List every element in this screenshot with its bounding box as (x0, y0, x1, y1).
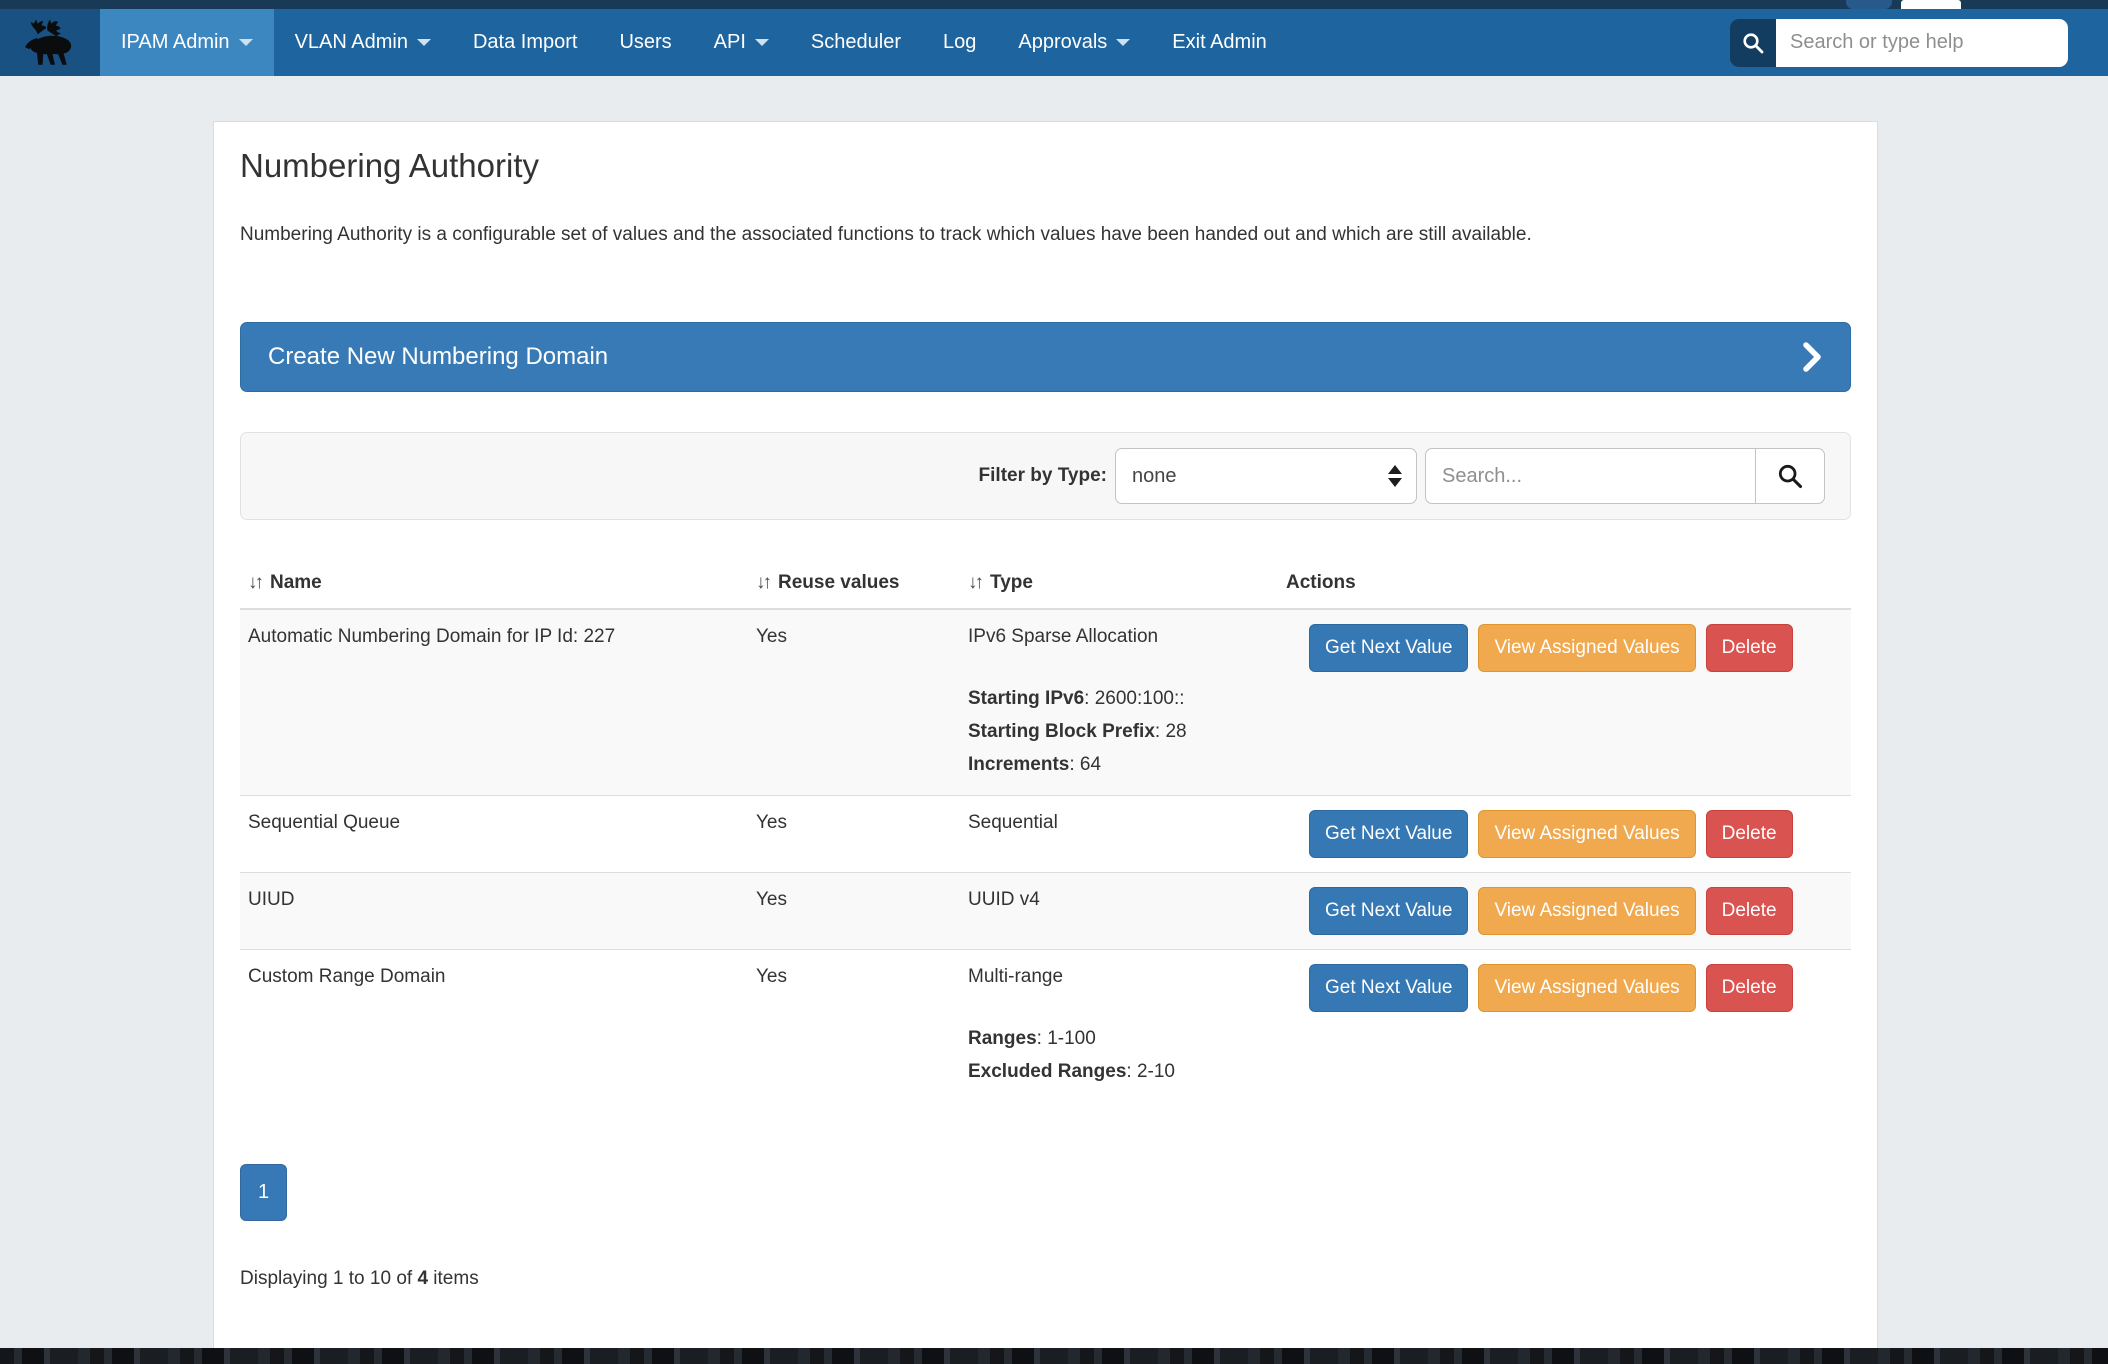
navbar: IPAM Admin VLAN Admin Data Import Users … (0, 9, 2108, 76)
filter-type-select-wrap: none (1115, 448, 1417, 504)
chevron-down-icon (417, 39, 431, 46)
page-background: Numbering Authority Numbering Authority … (0, 76, 2108, 1348)
window-top-strip (0, 0, 2108, 9)
create-panel-label: Create New Numbering Domain (268, 343, 608, 371)
cell-actions: Get Next ValueView Assigned ValuesDelete (1278, 873, 1851, 949)
view-assigned-values-button[interactable]: View Assigned Values (1478, 624, 1695, 672)
get-next-value-button[interactable]: Get Next Value (1309, 624, 1468, 672)
numbering-domains-table: ↓↑ Name ↓↑ Reuse values ↓↑ Type Actions … (240, 558, 1851, 1102)
filter-by-type-label: Filter by Type: (979, 465, 1107, 487)
detail-line: Ranges: 1-100 (968, 1022, 1270, 1055)
page-description: Numbering Authority is a configurable se… (240, 222, 1851, 248)
brand-logo[interactable] (0, 9, 100, 76)
delete-button[interactable]: Delete (1706, 624, 1793, 672)
table-search-input[interactable] (1425, 448, 1755, 504)
cell-actions: Get Next ValueView Assigned ValuesDelete (1278, 796, 1851, 872)
navbar-item-users[interactable]: Users (598, 9, 692, 76)
delete-button[interactable]: Delete (1706, 810, 1793, 858)
view-assigned-values-button[interactable]: View Assigned Values (1478, 964, 1695, 1012)
cell-reuse-values: Yes (748, 796, 960, 872)
filter-bar: Filter by Type: none (240, 432, 1851, 520)
cell-type: Sequential (960, 796, 1278, 872)
delete-button[interactable]: Delete (1706, 887, 1793, 935)
cell-type: Multi-range Ranges: 1-100 Excluded Range… (960, 950, 1278, 1102)
table-row: UIUD Yes UUID v4 Get Next ValueView Assi… (240, 873, 1851, 950)
window-artifact-bump (1846, 0, 1892, 9)
cell-reuse-values: Yes (748, 950, 960, 1102)
navbar-item-approvals[interactable]: Approvals (997, 9, 1151, 76)
detail-line: Starting Block Prefix: 28 (968, 715, 1270, 748)
table-row: Custom Range Domain Yes Multi-range Rang… (240, 950, 1851, 1102)
navbar-item-ipam-admin[interactable]: IPAM Admin (100, 9, 274, 76)
get-next-value-button[interactable]: Get Next Value (1309, 964, 1468, 1012)
view-assigned-values-button[interactable]: View Assigned Values (1478, 810, 1695, 858)
window-artifact-tab (1901, 0, 1961, 9)
navbar-search-input[interactable] (1776, 19, 2068, 67)
desktop-wallpaper-strip (0, 1348, 2108, 1364)
navbar-item-scheduler[interactable]: Scheduler (790, 9, 922, 76)
chevron-down-icon (1116, 39, 1130, 46)
create-new-numbering-domain-panel[interactable]: Create New Numbering Domain (240, 322, 1851, 392)
detail-line: Increments: 64 (968, 748, 1270, 781)
cell-name: Automatic Numbering Domain for IP Id: 22… (240, 610, 748, 795)
sort-icon: ↓↑ (968, 572, 981, 594)
detail-line: Excluded Ranges: 2-10 (968, 1055, 1270, 1088)
filter-type-select[interactable]: none (1115, 448, 1417, 504)
type-details: Ranges: 1-100 Excluded Ranges: 2-10 (968, 1022, 1270, 1088)
column-header-reuse-values[interactable]: ↓↑ Reuse values (748, 558, 960, 608)
get-next-value-button[interactable]: Get Next Value (1309, 887, 1468, 935)
table-row: Automatic Numbering Domain for IP Id: 22… (240, 610, 1851, 796)
cell-type: UUID v4 (960, 873, 1278, 949)
search-icon (1776, 462, 1804, 490)
sort-icon: ↓↑ (756, 572, 769, 594)
table-body: Automatic Numbering Domain for IP Id: 22… (240, 610, 1851, 1102)
cell-name: UIUD (240, 873, 748, 949)
table-search-button[interactable] (1755, 448, 1825, 504)
cell-actions: Get Next ValueView Assigned ValuesDelete (1278, 950, 1851, 1102)
chevron-down-icon (239, 39, 253, 46)
get-next-value-button[interactable]: Get Next Value (1309, 810, 1468, 858)
moose-logo-icon (19, 15, 81, 71)
delete-button[interactable]: Delete (1706, 964, 1793, 1012)
table-header-row: ↓↑ Name ↓↑ Reuse values ↓↑ Type Actions (240, 558, 1851, 610)
cell-reuse-values: Yes (748, 610, 960, 795)
column-header-actions: Actions (1278, 558, 1851, 608)
navbar-item-data-import[interactable]: Data Import (452, 9, 598, 76)
type-details: Starting IPv6: 2600:100:: Starting Block… (968, 682, 1270, 781)
content-card: Numbering Authority Numbering Authority … (213, 121, 1878, 1350)
navbar-item-exit-admin[interactable]: Exit Admin (1151, 9, 1287, 76)
results-summary: Displaying 1 to 10 of 4 items (240, 1268, 1851, 1290)
navbar-item-api[interactable]: API (693, 9, 790, 76)
pagination-page-1-button[interactable]: 1 (240, 1164, 287, 1221)
navbar-item-vlan-admin[interactable]: VLAN Admin (274, 9, 452, 76)
column-header-type[interactable]: ↓↑ Type (960, 558, 1278, 608)
cell-type: IPv6 Sparse Allocation Starting IPv6: 26… (960, 610, 1278, 795)
navbar-items: IPAM Admin VLAN Admin Data Import Users … (100, 9, 1288, 76)
chevron-right-icon (1801, 341, 1823, 373)
pagination: 1 (240, 1164, 1851, 1221)
view-assigned-values-button[interactable]: View Assigned Values (1478, 887, 1695, 935)
navbar-search-button[interactable] (1730, 19, 1776, 67)
navbar-search (1730, 9, 2068, 76)
chevron-down-icon (755, 39, 769, 46)
results-count: 4 (417, 1268, 428, 1289)
cell-reuse-values: Yes (748, 873, 960, 949)
cell-actions: Get Next ValueView Assigned ValuesDelete (1278, 610, 1851, 795)
page-title: Numbering Authority (240, 146, 1851, 186)
navbar-item-log[interactable]: Log (922, 9, 997, 76)
table-search-group (1425, 448, 1825, 504)
cell-name: Custom Range Domain (240, 950, 748, 1102)
detail-line: Starting IPv6: 2600:100:: (968, 682, 1270, 715)
cell-name: Sequential Queue (240, 796, 748, 872)
table-row: Sequential Queue Yes Sequential Get Next… (240, 796, 1851, 873)
sort-icon: ↓↑ (248, 572, 261, 594)
search-icon (1741, 31, 1765, 55)
column-header-name[interactable]: ↓↑ Name (240, 558, 748, 608)
